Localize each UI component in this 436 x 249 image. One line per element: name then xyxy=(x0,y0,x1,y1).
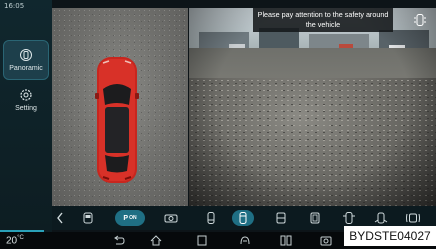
home-icon[interactable] xyxy=(150,235,162,246)
car-right-view-button[interactable] xyxy=(304,210,326,226)
car-side-view-button[interactable] xyxy=(338,210,360,226)
wheel-view-button[interactable] xyxy=(370,210,392,226)
car-front-button[interactable] xyxy=(77,210,99,226)
parking-sub-label: ON xyxy=(129,215,137,221)
parking-label: P xyxy=(123,214,129,222)
left-navigation: 16:05 Panoramic Setting xyxy=(0,0,52,232)
wheel-view-icon xyxy=(374,212,388,224)
nav-item-setting[interactable]: Setting xyxy=(3,80,49,120)
temperature-unit: °C xyxy=(17,235,24,241)
camera-button[interactable] xyxy=(160,210,182,226)
car-rear-icon xyxy=(207,212,215,224)
screen: 16:05 Panoramic Setting Please pay atten… xyxy=(0,0,436,249)
air-conditioning-icon[interactable] xyxy=(239,235,251,246)
camera-screen-icon[interactable] xyxy=(320,235,332,246)
nav-label-panoramic: Panoramic xyxy=(9,65,43,72)
panoramic-view-icon xyxy=(20,49,32,61)
car-top-view-icon[interactable] xyxy=(413,13,427,27)
car-left-view-icon xyxy=(276,212,286,224)
camera-icon xyxy=(164,214,178,223)
car-rear-view-button[interactable] xyxy=(200,210,222,226)
car-side-view-icon xyxy=(343,212,355,224)
gear-icon xyxy=(20,89,32,101)
car-right-view-icon xyxy=(310,212,320,224)
rear-camera-view xyxy=(189,8,436,206)
car-front-view-button[interactable] xyxy=(232,210,254,226)
car-left-view-button[interactable] xyxy=(270,210,292,226)
car-front-view-icon xyxy=(239,212,247,224)
parking-assist-button[interactable]: P ON xyxy=(115,210,145,226)
top-down-camera-view xyxy=(52,8,188,206)
temperature-value: 20 xyxy=(6,235,18,247)
return-icon[interactable] xyxy=(113,235,125,246)
clock: 16:05 xyxy=(4,2,25,10)
car-front-icon xyxy=(83,212,93,224)
radar-icon xyxy=(406,213,420,223)
safety-notice: Please pay attention to the safety aroun… xyxy=(253,8,393,32)
temperature-display[interactable]: 20°C xyxy=(6,235,24,246)
split-screen-icon[interactable] xyxy=(280,235,292,246)
vehicle-top-view xyxy=(95,57,139,183)
nav-label-setting: Setting xyxy=(15,105,37,112)
radar-button[interactable] xyxy=(402,210,424,226)
back-chevron-icon[interactable] xyxy=(56,211,64,225)
watermark-label: BYDSTE04027 xyxy=(344,226,436,246)
nav-item-panoramic[interactable]: Panoramic xyxy=(3,40,49,80)
recent-apps-icon[interactable] xyxy=(196,235,208,246)
